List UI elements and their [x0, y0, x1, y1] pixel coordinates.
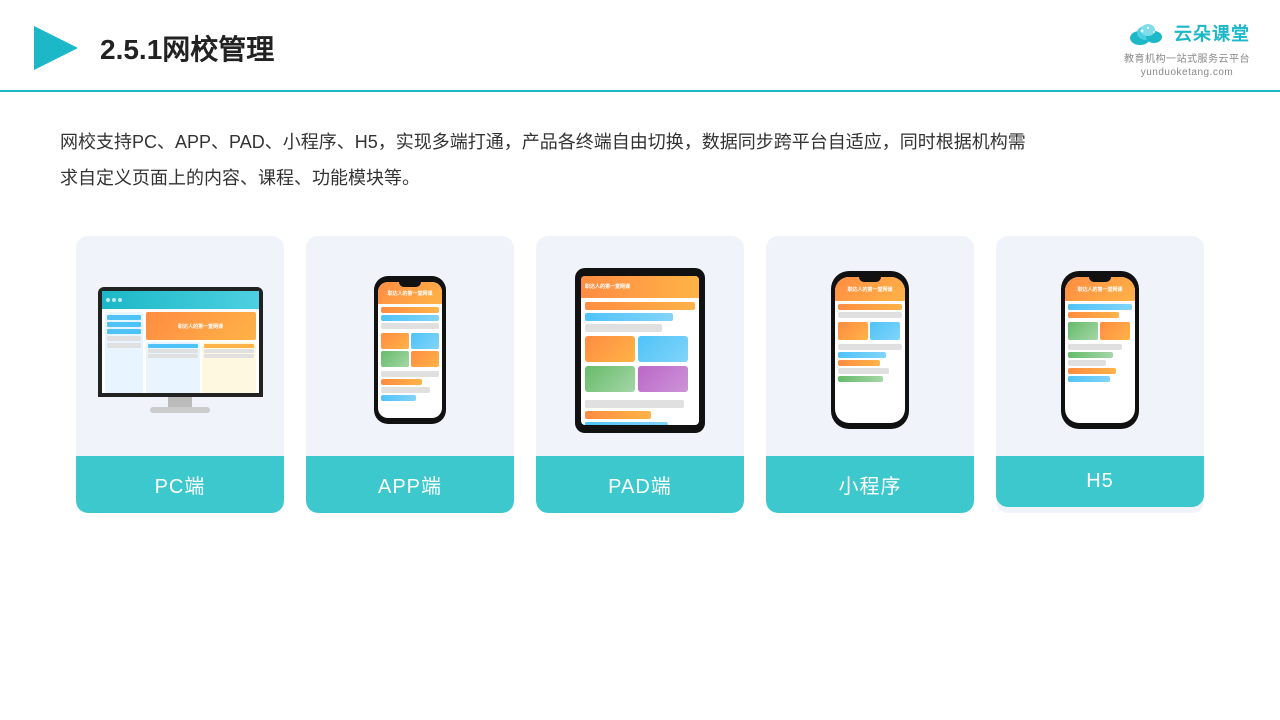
- card-h5-label: H5: [996, 456, 1204, 507]
- pc-monitor: 职达人的第一堂网课: [98, 287, 263, 397]
- phone-mockup-h5: 职达人的第一堂网课: [1061, 271, 1139, 429]
- play-icon: [30, 22, 82, 74]
- card-pc-image: 职达人的第一堂网课: [76, 236, 284, 456]
- logo-text: 云朵课堂: [1174, 20, 1250, 46]
- pc-stand-neck: [168, 397, 192, 407]
- pc-screen: 职达人的第一堂网课: [102, 291, 259, 393]
- phone-mockup-app: 职达人的第一堂网课: [374, 276, 446, 424]
- page-title: 2.5.1网校管理: [100, 28, 274, 68]
- card-h5-image: 职达人的第一堂网课: [996, 236, 1204, 456]
- card-miniapp-image: 职达人的第一堂网课: [766, 236, 974, 456]
- card-miniapp-label: 小程序: [766, 456, 974, 513]
- card-pad-image: 职达人的第一堂网课: [536, 236, 744, 456]
- logo-sub: 教育机构一站式服务云平台: [1124, 50, 1250, 65]
- description-text: 网校支持PC、APP、PAD、小程序、H5，实现多端打通，产品各终端自由切换，数…: [60, 132, 1026, 188]
- card-h5: 职达人的第一堂网课: [996, 236, 1204, 513]
- phone-notch-mini: [859, 277, 881, 282]
- header-left: 2.5.1网校管理: [30, 22, 274, 74]
- card-app: 职达人的第一堂网课: [306, 236, 514, 513]
- phone-screen-app: 职达人的第一堂网课: [378, 282, 442, 418]
- logo-area: 云朵课堂 教育机构一站式服务云平台 yunduoketang.com: [1124, 18, 1250, 78]
- logo-icon: [1124, 18, 1168, 48]
- pc-mockup: 职达人的第一堂网课: [98, 287, 263, 413]
- cards-container: 职达人的第一堂网课: [0, 206, 1280, 533]
- card-pad-label: PAD端: [536, 456, 744, 513]
- logo-cloud: 云朵课堂: [1124, 18, 1250, 48]
- pc-stand-base: [150, 407, 210, 413]
- tablet-screen: 职达人的第一堂网课: [581, 276, 699, 425]
- phone-mockup-mini: 职达人的第一堂网课: [831, 271, 909, 429]
- logo-url: yunduoketang.com: [1141, 67, 1234, 78]
- card-app-image: 职达人的第一堂网课: [306, 236, 514, 456]
- card-pc: 职达人的第一堂网课: [76, 236, 284, 513]
- phone-screen-h5: 职达人的第一堂网课: [1065, 277, 1135, 423]
- card-pad: 职达人的第一堂网课: [536, 236, 744, 513]
- header: 2.5.1网校管理 云朵课堂 教育机构一站式服务云平台 yunduoketang…: [0, 0, 1280, 92]
- phone-screen-mini: 职达人的第一堂网课: [835, 277, 905, 423]
- phone-notch-h5: [1089, 277, 1111, 282]
- tablet-mockup: 职达人的第一堂网课: [575, 268, 705, 433]
- card-pc-label: PC端: [76, 456, 284, 513]
- card-app-label: APP端: [306, 456, 514, 513]
- description: 网校支持PC、APP、PAD、小程序、H5，实现多端打通，产品各终端自由切换，数…: [0, 92, 1100, 206]
- phone-notch-app: [399, 282, 421, 287]
- card-miniapp: 职达人的第一堂网课: [766, 236, 974, 513]
